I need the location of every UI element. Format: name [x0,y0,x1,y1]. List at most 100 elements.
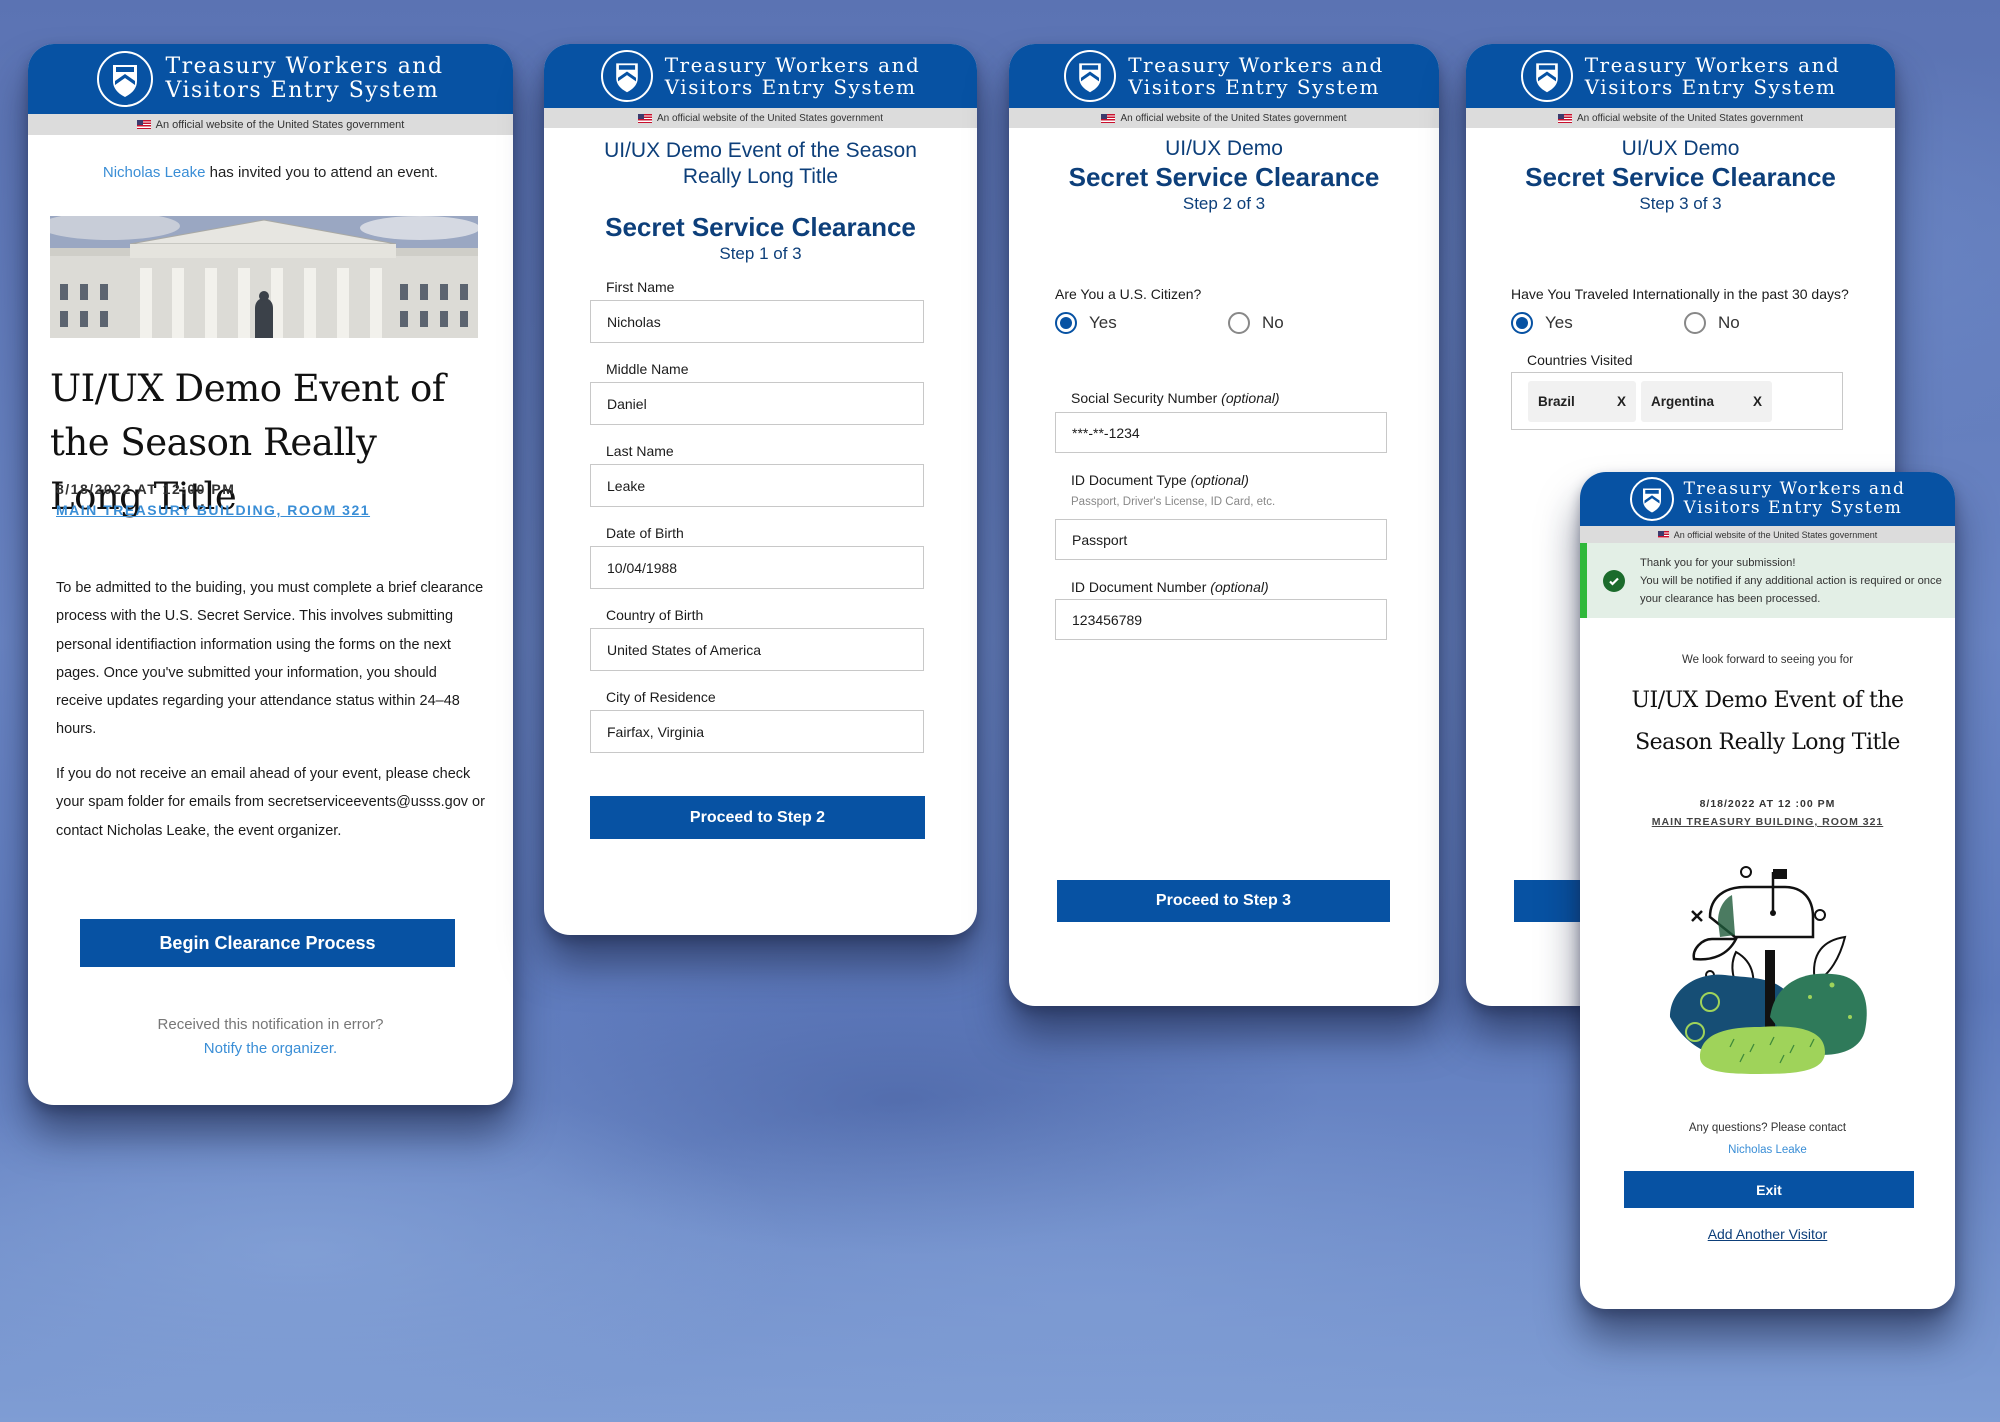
gov-banner: An official website of the United States… [544,108,977,128]
countries-label: Countries Visited [1527,352,1633,368]
travel-question: Have You Traveled Internationally in the… [1511,286,1849,302]
citizen-no-radio[interactable]: No [1228,312,1284,334]
lead-text: We look forward to seeing you for [1681,654,1854,666]
doc-type-hint: Passport, Driver's License, ID Card, etc… [1071,496,1276,508]
site-header: Treasury Workers and Visitors Entry Syst… [1009,44,1439,108]
proceed-step3-button[interactable]: Proceed to Step 3 [1057,880,1390,922]
last-name-input[interactable]: Leake [590,464,924,507]
site-header: Treasury Workers and Visitors Entry Syst… [28,44,513,114]
mailbox-illustration [1660,857,1875,1077]
step-indicator: Step 2 of 3 [1182,194,1266,213]
clearance-heading: Secret Service Clearance [605,212,916,242]
event-title: UI/UX Demo Event of the Season Really Lo… [1631,688,1904,755]
optional-tag: (optional) [1221,390,1280,406]
add-another-visitor-link[interactable]: Add Another Visitor [1708,1226,1828,1242]
last-name-label: Last Name [606,443,674,459]
radio-unselected-icon [1228,312,1250,334]
doc-type-input[interactable]: Passport [1055,519,1387,560]
citizen-yes-radio[interactable]: Yes [1055,312,1117,334]
invite-message: Nicholas Leake has invited you to attend… [28,164,513,181]
clearance-heading: Secret Service Clearance [1525,162,1836,192]
event-location-link[interactable]: MAIN TREASURY BUILDING, ROOM 321 [56,502,370,518]
travel-yes-radio[interactable]: Yes [1511,312,1573,334]
us-flag-icon [1657,531,1669,538]
country-of-birth-label: Country of Birth [606,607,704,623]
begin-clearance-button[interactable]: Begin Clearance Process [80,919,455,967]
us-flag-icon [1557,113,1572,123]
middle-name-label: Middle Name [606,361,689,377]
doc-type-label: ID Document Type (optional) [1071,472,1249,488]
check-circle-icon [1603,569,1625,592]
exit-button[interactable]: Exit [1624,1171,1914,1208]
country-of-birth-input[interactable]: United States of America [590,628,924,671]
proceed-step2-button[interactable]: Proceed to Step 2 [590,796,925,839]
ssn-input[interactable]: ***-**-1234 [1055,412,1387,453]
site-header: Treasury Workers and Visitors Entry Syst… [1466,44,1895,108]
site-header: Treasury Workers and Visitors Entry Syst… [544,44,977,108]
gov-banner-text: An official website of the United States… [1120,112,1347,124]
spam-note-paragraph: If you do not receive an email ahead of … [56,766,485,839]
site-title-line2: Visitors Entry System [1584,75,1837,99]
gov-banner: An official website of the United States… [28,114,513,135]
gov-banner-text: An official website of the United States… [1673,529,1878,540]
site-title-line2: Visitors Entry System [1128,75,1380,99]
radio-label: Yes [1089,313,1117,332]
doc-number-input[interactable]: 123456789 [1055,599,1387,640]
notify-organizer-link[interactable]: Notify the organizer. [28,1040,513,1057]
event-title: UI/UX Demo [1621,137,1740,160]
event-title: UI/UX Demo Event of the Season Really Lo… [604,139,917,188]
event-title: UI/UX Demo [1165,137,1283,160]
site-title-line1: Treasury Workers and [664,53,921,77]
gov-banner: An official website of the United States… [1580,526,1955,543]
site-title-line1: Treasury Workers and [1584,53,1841,77]
clearance-heading: Secret Service Clearance [1068,162,1380,192]
success-alert: Thank you for your submission! You will … [1580,543,1955,618]
radio-selected-icon [1511,312,1533,334]
site-title-line1: Treasury Workers and [165,53,444,79]
site-header: Treasury Workers and Visitors Entry Syst… [1580,472,1955,526]
event-location-link[interactable]: MAIN TREASURY BUILDING, ROOM 321 [1652,816,1884,828]
date-of-birth-input[interactable]: 10/04/1988 [590,546,924,589]
step-indicator: Step 1 of 3 [719,244,802,263]
event-datetime: 8/18/2022 AT 12:00 PM [56,481,236,497]
remove-chip-icon[interactable]: X [1617,394,1626,409]
treasury-seal-icon [600,50,653,102]
first-name-label: First Name [606,279,675,295]
event-datetime: 8/18/2022 AT 12 :00 PM [1699,798,1836,810]
us-flag-icon [1101,113,1116,123]
site-title-line2: Visitors Entry System [664,75,917,99]
confirmation-screen: Treasury Workers and Visitors Entry Syst… [1580,472,1955,1309]
treasury-seal-icon [1629,477,1674,521]
gov-banner-text: An official website of the United States… [656,112,884,124]
treasury-building-photo [50,216,478,338]
gov-banner: An official website of the United States… [1466,108,1895,128]
us-flag-icon [136,120,151,129]
first-name-input[interactable]: Nicholas [590,300,924,343]
ssn-label-text: Social Security Number [1071,390,1218,406]
alert-body: You will be notified if any additional a… [1640,574,1942,605]
middle-name-input[interactable]: Daniel [590,382,924,425]
countries-multiselect[interactable]: Brazil X Argentina X [1511,372,1843,430]
city-of-residence-input[interactable]: Fairfax, Virginia [590,710,924,753]
site-title-line1: Treasury Workers and [1128,53,1384,77]
gov-banner-text: An official website of the United States… [155,118,405,131]
radio-unselected-icon [1684,312,1706,334]
radio-label: Yes [1545,313,1573,332]
us-flag-icon [637,113,652,123]
date-of-birth-label: Date of Birth [606,525,684,541]
country-chip: Argentina X [1641,380,1772,422]
country-chip: Brazil X [1528,380,1636,422]
gov-banner-text: An official website of the United States… [1576,112,1804,124]
travel-no-radio[interactable]: No [1684,312,1740,334]
radio-label: No [1262,313,1284,332]
optional-tag: (optional) [1190,472,1249,488]
country-chip-label: Brazil [1538,393,1575,409]
contact-text: Any questions? Please contact [1688,1122,1847,1134]
invite-text: has invited you to attend an event. [205,164,439,181]
organizer-link[interactable]: Nicholas Leake [103,164,206,181]
site-title-line2: Visitors Entry System [165,78,440,103]
remove-chip-icon[interactable]: X [1753,394,1762,409]
event-title: UI/UX Demo Event of the Season Really Lo… [50,367,445,518]
contact-organizer-link[interactable]: Nicholas Leake [1728,1144,1807,1156]
city-of-residence-label: City of Residence [606,689,716,705]
